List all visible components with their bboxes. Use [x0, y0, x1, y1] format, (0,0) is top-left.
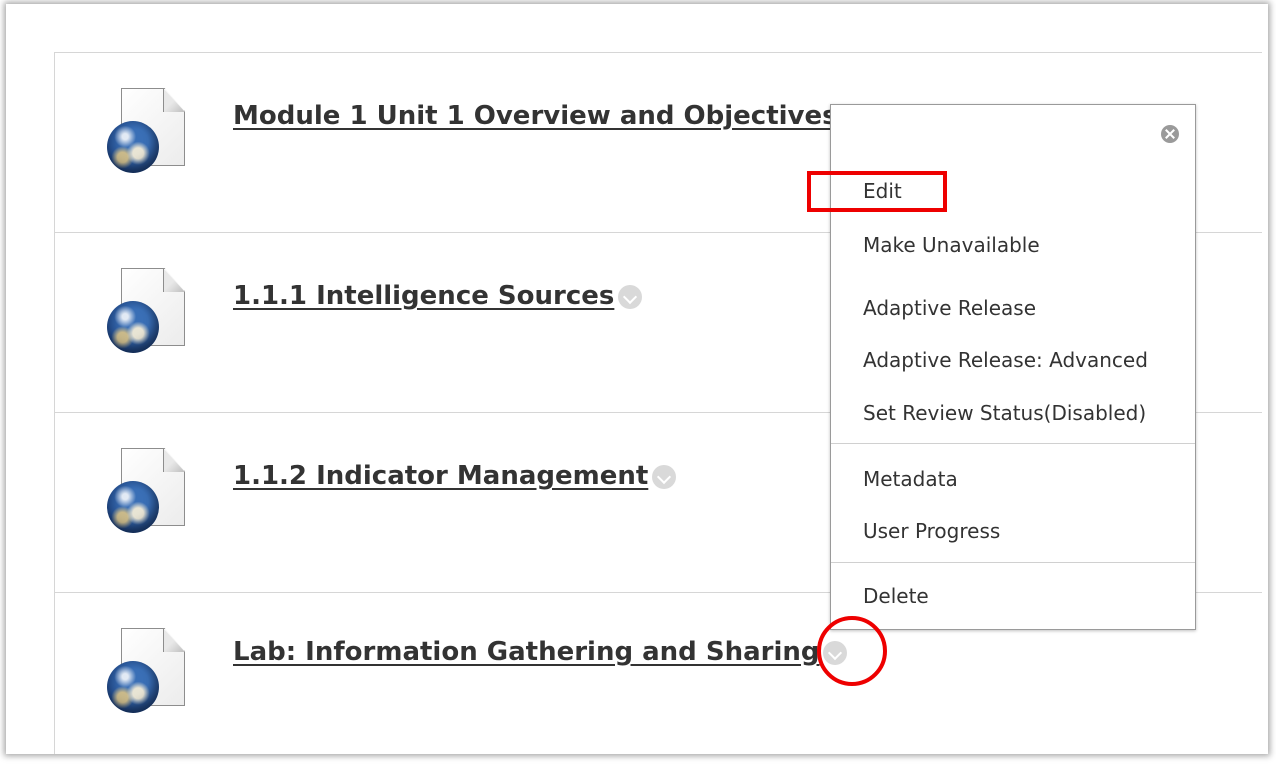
web-document-icon[interactable]: [107, 628, 187, 713]
item-title-link[interactable]: 1.1.1 Intelligence Sources: [233, 281, 643, 311]
menu-item-make-unavailable[interactable]: Make Unavailable: [863, 233, 1040, 257]
menu-divider: [831, 562, 1195, 563]
item-title-text: Module 1 Unit 1 Overview and Objectives: [233, 101, 838, 131]
item-title-link[interactable]: Lab: Information Gathering and Sharing: [233, 637, 848, 667]
chevron-down-icon[interactable]: [652, 464, 677, 489]
menu-item-set-review-status[interactable]: Set Review Status(Disabled): [863, 401, 1146, 425]
menu-item-delete[interactable]: Delete: [863, 584, 929, 608]
menu-item-metadata[interactable]: Metadata: [863, 467, 958, 491]
web-document-icon[interactable]: [107, 88, 187, 173]
edit-highlight-box: [807, 171, 947, 212]
item-title-text: 1.1.2 Indicator Management: [233, 461, 649, 491]
item-title-link[interactable]: 1.1.2 Indicator Management: [233, 461, 677, 491]
menu-item-adaptive-release[interactable]: Adaptive Release: [863, 296, 1036, 320]
item-title-text: Lab: Information Gathering and Sharing: [233, 637, 820, 667]
menu-item-adaptive-release-advanced[interactable]: Adaptive Release: Advanced: [863, 348, 1148, 372]
web-document-icon[interactable]: [107, 448, 187, 533]
item-title-text: 1.1.1 Intelligence Sources: [233, 281, 615, 311]
chevron-down-icon[interactable]: [618, 284, 643, 309]
menu-divider: [831, 443, 1195, 444]
chevron-highlight-circle: [817, 616, 887, 686]
item-title-link[interactable]: Module 1 Unit 1 Overview and Objectives: [233, 101, 866, 131]
web-document-icon[interactable]: [107, 268, 187, 353]
menu-item-user-progress[interactable]: User Progress: [863, 519, 1000, 543]
close-icon[interactable]: [1161, 125, 1179, 143]
screenshot-frame: Module 1 Unit 1 Overview and Objectives …: [6, 4, 1268, 754]
